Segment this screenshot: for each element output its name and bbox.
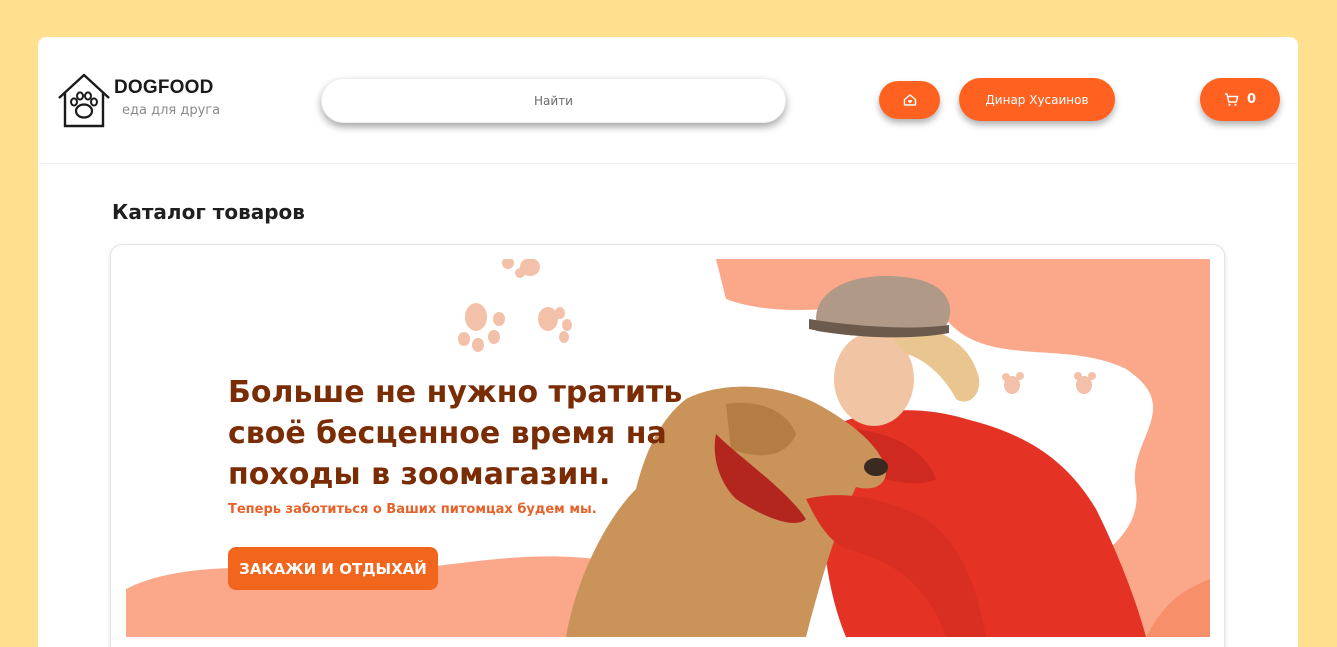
favorites-button[interactable] <box>879 81 940 119</box>
app-window: DOGFOOD еда для друга Динар Хусаинов 0 К… <box>38 37 1298 647</box>
banner-subtext: Теперь заботиться о Ваших питомцах будем… <box>228 502 597 517</box>
search-bar <box>321 78 786 123</box>
dog-house-logo-icon <box>58 73 110 128</box>
promo-banner-card: Больше не нужно тратить своё бесценное в… <box>110 244 1225 647</box>
cart-count: 0 <box>1246 92 1257 107</box>
promo-banner[interactable]: Больше не нужно тратить своё бесценное в… <box>126 259 1210 637</box>
brand-name: DOGFOOD <box>114 77 214 98</box>
house-icon <box>903 94 916 106</box>
banner-headline-line: Больше не нужно тратить <box>228 375 683 410</box>
order-cta-button[interactable]: ЗАКАЖИ И ОТДЫХАЙ <box>228 547 438 590</box>
banner-headline-line: походы в зоомагазин. <box>228 457 611 492</box>
site-header: DOGFOOD еда для друга Динар Хусаинов 0 <box>38 37 1298 164</box>
logo[interactable]: DOGFOOD еда для друга <box>56 71 236 131</box>
cart-icon <box>1224 93 1239 106</box>
page-title: Каталог товаров <box>112 200 305 224</box>
banner-headline-line: своё бесценное время на <box>228 416 667 451</box>
brand-tagline: еда для друга <box>122 103 221 118</box>
banner-headline: Больше не нужно тратить своё бесценное в… <box>228 372 728 495</box>
user-profile-button[interactable]: Динар Хусаинов <box>959 78 1115 121</box>
cart-button[interactable]: 0 <box>1200 78 1280 121</box>
search-input[interactable] <box>322 79 785 122</box>
